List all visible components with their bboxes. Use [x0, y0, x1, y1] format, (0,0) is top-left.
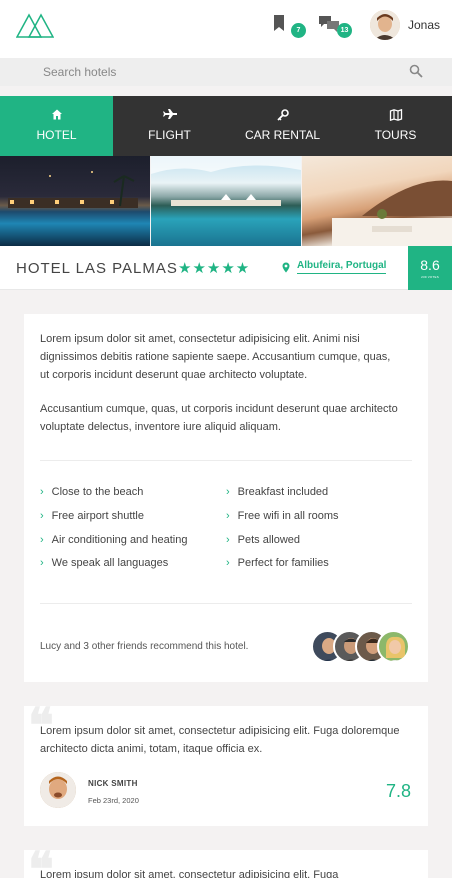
review-text: Lorem ipsum dolor sit amet, consectetur … — [40, 869, 339, 878]
friends-avatars[interactable] — [311, 630, 411, 664]
chevron-right-icon: › — [40, 557, 44, 569]
airplane-icon — [162, 109, 177, 119]
hotel-score-votes: 239 VOTES — [421, 275, 439, 279]
hotel-title-bar: HOTEL LAS PALMAS ★★★★★ Albufeira, Portug… — [0, 246, 452, 290]
hotel-score-value: 8.6 — [420, 257, 440, 273]
pool-day-illustration — [151, 156, 301, 206]
hotel-name: HOTEL LAS PALMAS — [16, 260, 178, 277]
tab-car-rental[interactable]: CAR RENTAL — [226, 96, 339, 156]
user-name: Jonas — [408, 18, 441, 32]
chevron-right-icon: › — [40, 486, 44, 498]
feature-item: › Breakfast included — [226, 486, 329, 498]
user-avatar — [370, 10, 400, 40]
review-card: ❝ Lorem ipsum dolor sit amet, consectetu… — [24, 702, 428, 826]
search-bar — [0, 58, 452, 86]
map-icon — [389, 109, 402, 121]
feature-item: › Pets allowed — [226, 534, 301, 546]
gallery-photo-pool-day[interactable] — [151, 156, 301, 246]
tab-hotel[interactable]: HOTEL — [0, 96, 113, 156]
search-icon[interactable] — [409, 64, 423, 78]
chevron-right-icon: › — [226, 510, 230, 522]
overview-paragraph-2: Accusantium cumque, quas, ut corporis in… — [40, 403, 398, 433]
friends-recommend-text: Lucy and 3 other friends recommend this … — [40, 641, 249, 652]
hotel-rating-stars: ★★★★★ — [178, 260, 251, 277]
tab-flight-label: FLIGHT — [148, 128, 191, 142]
reviewer-name: NICK SMITH — [88, 779, 138, 788]
search-input[interactable] — [0, 58, 452, 86]
gallery-photo-pool-night[interactable] — [0, 156, 150, 246]
gallery-photo-terrace[interactable] — [302, 156, 452, 246]
terrace-illustration — [332, 180, 452, 246]
hotel-gallery — [0, 156, 452, 246]
logo-icon[interactable] — [16, 11, 54, 39]
feature-item: › Free wifi in all rooms — [226, 510, 339, 522]
overview-paragraph-1: Lorem ipsum dolor sit amet, consectetur … — [40, 333, 391, 381]
feature-item: › Perfect for families — [226, 557, 329, 569]
feature-item: › Air conditioning and heating — [40, 534, 188, 546]
hotel-overview-card: Lorem ipsum dolor sit amet, consectetur … — [24, 314, 428, 682]
location-link[interactable]: Albufeira, Portugal — [297, 260, 387, 274]
reviewer-avatar[interactable] — [40, 772, 76, 808]
key-icon — [276, 109, 289, 121]
hotel-location: Albufeira, Portugal — [282, 260, 387, 274]
tab-tours[interactable]: TOURS — [339, 96, 452, 156]
map-pin-icon — [282, 262, 290, 272]
bookmarks-button[interactable]: 7 — [272, 12, 306, 38]
chevron-right-icon: › — [40, 534, 44, 546]
feature-item: › Close to the beach — [40, 486, 144, 498]
chevron-right-icon: › — [226, 557, 230, 569]
user-menu[interactable]: Jonas — [370, 9, 440, 41]
chevron-right-icon: › — [226, 486, 230, 498]
messages-badge: 13 — [337, 23, 352, 38]
review-score: 7.8 — [386, 781, 412, 801]
tab-car-rental-label: CAR RENTAL — [244, 128, 321, 142]
messages-button[interactable]: 13 — [318, 12, 352, 38]
friend-avatar[interactable] — [377, 630, 410, 663]
review-card: ❝ Lorem ipsum dolor sit amet, consectetu… — [24, 846, 428, 878]
tab-hotel-label: HOTEL — [36, 128, 77, 142]
tab-flight[interactable]: FLIGHT — [113, 96, 226, 156]
review-text: Lorem ipsum dolor sit amet, consectetur … — [40, 725, 400, 755]
feature-item: › We speak all languages — [40, 557, 169, 569]
divider — [40, 460, 412, 461]
home-icon — [51, 109, 62, 120]
bookmark-icon — [274, 15, 284, 31]
tab-tours-label: TOURS — [374, 128, 417, 142]
review-date: Feb 23rd, 2020 — [88, 796, 139, 805]
pool-night-illustration — [8, 171, 138, 208]
feature-item: › Free airport shuttle — [40, 510, 144, 522]
top-header: 7 13 Jonas — [0, 0, 452, 58]
hotel-score: 8.6 239 VOTES — [408, 246, 452, 290]
divider — [40, 603, 412, 604]
bookmarks-badge: 7 — [291, 23, 306, 38]
chevron-right-icon: › — [226, 534, 230, 546]
chevron-right-icon: › — [40, 510, 44, 522]
category-nav: HOTEL FLIGHT CAR RENTAL TOURS — [0, 96, 452, 156]
